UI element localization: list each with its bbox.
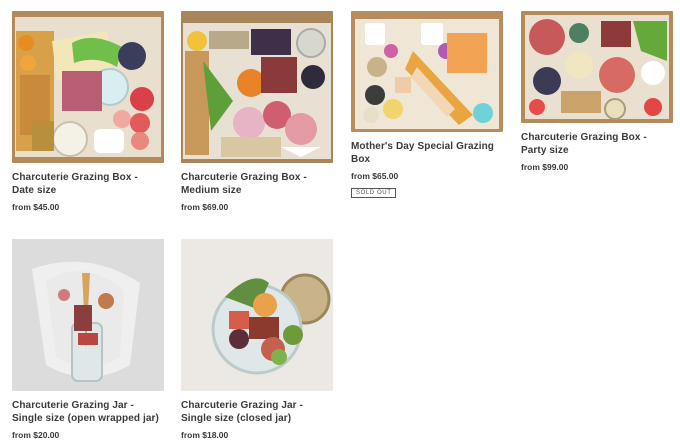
product-image[interactable] — [181, 239, 333, 391]
product-title[interactable]: Charcuterie Grazing Jar - Single size (o… — [12, 399, 164, 425]
product-card-medium-box[interactable]: Charcuterie Grazing Box - Medium size fr… — [181, 11, 333, 212]
product-card-mothers-day-box[interactable]: Mother's Day Special Grazing Box from $6… — [351, 11, 503, 199]
product-price: from $99.00 — [521, 162, 569, 172]
sold-out-badge: SOLD OUT — [351, 188, 397, 198]
product-price: from $18.00 — [181, 430, 229, 440]
product-image[interactable] — [351, 11, 503, 132]
product-card-date-box[interactable]: Charcuterie Grazing Box - Date size from… — [12, 11, 164, 212]
product-image[interactable] — [181, 11, 333, 163]
product-card-party-box[interactable]: Charcuterie Grazing Box - Party size fro… — [521, 11, 673, 172]
product-image[interactable] — [521, 11, 673, 123]
product-price: from $69.00 — [181, 202, 229, 212]
product-image[interactable] — [12, 239, 164, 391]
product-price: from $20.00 — [12, 430, 60, 440]
product-card-jar-open[interactable]: Charcuterie Grazing Jar - Single size (o… — [12, 239, 164, 440]
product-image[interactable] — [12, 11, 164, 163]
product-price: from $45.00 — [12, 202, 60, 212]
product-price: from $65.00 — [351, 171, 399, 181]
product-title[interactable]: Charcuterie Grazing Box - Medium size — [181, 171, 333, 197]
product-title[interactable]: Charcuterie Grazing Jar - Single size (c… — [181, 399, 333, 425]
product-title[interactable]: Mother's Day Special Grazing Box — [351, 140, 503, 166]
product-title[interactable]: Charcuterie Grazing Box - Party size — [521, 131, 673, 157]
product-title[interactable]: Charcuterie Grazing Box - Date size — [12, 171, 164, 197]
product-card-jar-closed[interactable]: Charcuterie Grazing Jar - Single size (c… — [181, 239, 333, 440]
